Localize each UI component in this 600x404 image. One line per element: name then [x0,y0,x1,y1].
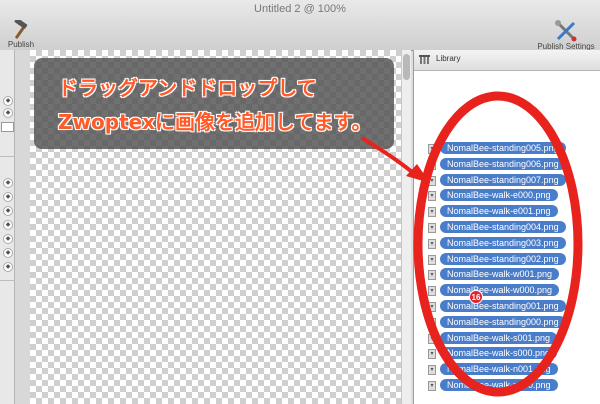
file-icon: ▾ [428,238,436,249]
file-name-label: NomalBee-standing004.png [440,221,566,233]
file-name-label: NomalBee-walk-n000.png [440,379,558,391]
publish-button[interactable]: Publish [4,20,38,49]
file-icon: ▾ [428,223,436,233]
inspector-panel: ◆ ◆ ◆ ◆ ◆ ◆ ◆ ◆ ◆ [0,50,15,404]
file-name-label: NomalBee-walk-e001.png [440,205,558,218]
file-name-label: NomalBee-standing002.png [440,252,566,265]
tools-icon [555,20,577,42]
file-icon: ▾ [428,207,436,218]
stepper[interactable]: ◆ [3,96,13,106]
scroll-thumb[interactable] [403,54,410,80]
file-name-label: NomalBee-walk-s000.png [440,347,558,360]
stepper[interactable]: ◆ [3,262,13,272]
file-name-label: NomalBee-standing000.png [440,315,566,328]
divider [0,156,14,157]
file-name-label: NomalBee-walk-w001.png [440,268,560,281]
file-name-label: NomalBee-walk-n001.png [440,363,558,376]
stepper[interactable]: ◆ [3,248,13,258]
canvas-scrollbar[interactable] [401,50,411,404]
file-name-label: NomalBee-standing006.png [440,157,566,170]
file-icon: ▾ [428,381,436,391]
file-name-label: NomalBee-standing005.png [440,142,566,154]
file-icon: ▾ [428,144,436,154]
file-name-label: NomalBee-standing007.png [440,173,566,186]
stepper[interactable]: ◆ [3,220,13,230]
instruction-callout: ドラッグアンドドロップして Zwoptexに画像を追加してます。 [34,58,394,149]
file-name-label: NomalBee-walk-s001.png [440,331,558,344]
file-icon: ▾ [428,302,436,312]
file-name-label: NomalBee-walk-e000.png [440,189,558,202]
library-header: Library [414,50,600,71]
drag-count-badge: 16 [469,290,483,304]
stepper[interactable]: ◆ [3,234,13,244]
callout-line-2: Zwoptexに画像を追加してます。 [58,110,372,134]
file-icon: ▾ [428,254,436,265]
publish-label: Publish [7,40,35,49]
file-icon: ▾ [428,270,436,281]
file-icon: ▾ [428,365,436,376]
window-title: Untitled 2 @ 100% [254,3,346,15]
divider [0,280,14,281]
file-icon: ▾ [428,159,436,170]
file-name-label: NomalBee-standing001.png [440,300,566,312]
stepper[interactable]: ◆ [3,108,13,118]
hammer-icon [14,20,28,39]
library-title: Library [436,54,461,63]
library-icon [419,55,430,64]
file-name-label: NomalBee-standing003.png [440,236,566,249]
stepper[interactable]: ◆ [3,178,13,188]
file-icon: ▾ [428,317,436,328]
file-icon: ▾ [428,333,436,344]
publish-settings-button[interactable]: Publish Settings [534,20,598,51]
toolbar: Untitled 2 @ 100% Publish Publish Settin… [0,0,600,51]
file-icon: ▾ [428,175,436,186]
file-icon: ▾ [428,349,436,360]
stepper[interactable]: ◆ [3,192,13,202]
file-icon: ▾ [428,191,436,202]
file-icon: ▾ [428,286,436,297]
stepper[interactable]: ◆ [3,206,13,216]
callout-line-1: ドラッグアンドドロップして [58,76,317,100]
input-field[interactable] [1,122,14,132]
file-name-label: NomalBee-walk-w000.png [440,284,560,297]
